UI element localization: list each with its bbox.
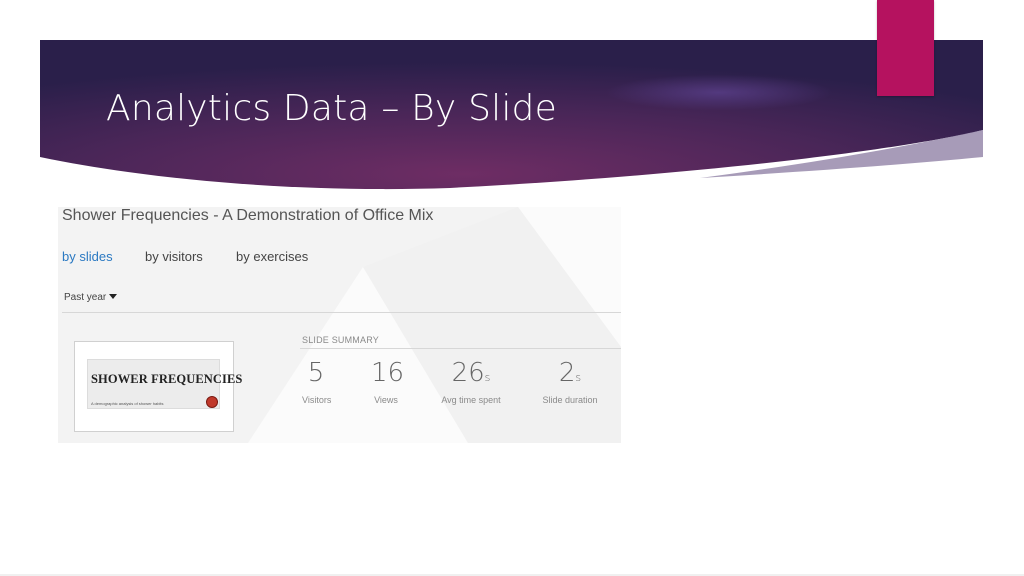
tab-by-exercises[interactable]: by exercises — [236, 249, 308, 264]
thumbnail-image: SHOWER FREQUENCIES A demographic analysi… — [87, 359, 242, 409]
slide-title: Analytics Data – By Slide — [106, 88, 557, 129]
stat-visitors: 5 Visitors — [302, 358, 332, 405]
stat-label: Slide duration — [542, 395, 598, 405]
accent-tab — [877, 0, 934, 96]
caret-down-icon — [109, 294, 118, 299]
report-title: Shower Frequencies - A Demonstration of … — [62, 207, 434, 224]
stat-value: 2 — [558, 358, 576, 388]
stat-avg-time: 26s Avg time spent — [441, 358, 501, 405]
thumbnail-subtitle: A demographic analysis of shower habits — [91, 401, 164, 406]
stat-unit: s — [484, 371, 491, 384]
period-label: Past year — [64, 292, 107, 303]
stat-value: 26 — [451, 358, 485, 388]
stat-label: Visitors — [302, 395, 332, 405]
stat-label: Avg time spent — [441, 395, 501, 405]
thumbnail-title: SHOWER FREQUENCIES — [91, 372, 243, 386]
tab-by-visitors[interactable]: by visitors — [145, 249, 203, 264]
slide: Analytics Data – By Slide Shower Frequen… — [0, 0, 1024, 576]
seal-icon — [206, 396, 218, 408]
slide-summary-label: SLIDE SUMMARY — [302, 335, 379, 345]
stat-slide-duration: 2s Slide duration — [542, 358, 598, 405]
tab-by-slides[interactable]: by slides — [62, 249, 113, 264]
divider — [62, 312, 621, 313]
stat-views: 16 Views — [371, 358, 405, 405]
stat-unit: s — [575, 371, 582, 384]
analytics-screenshot: Shower Frequencies - A Demonstration of … — [58, 207, 621, 443]
stat-value: 5 — [307, 358, 325, 388]
stat-value: 16 — [371, 358, 405, 388]
slide-thumbnail[interactable]: SHOWER FREQUENCIES A demographic analysi… — [74, 341, 242, 432]
summary-divider — [300, 348, 621, 349]
stat-label: Views — [374, 395, 398, 405]
period-dropdown[interactable]: Past year — [64, 292, 118, 303]
